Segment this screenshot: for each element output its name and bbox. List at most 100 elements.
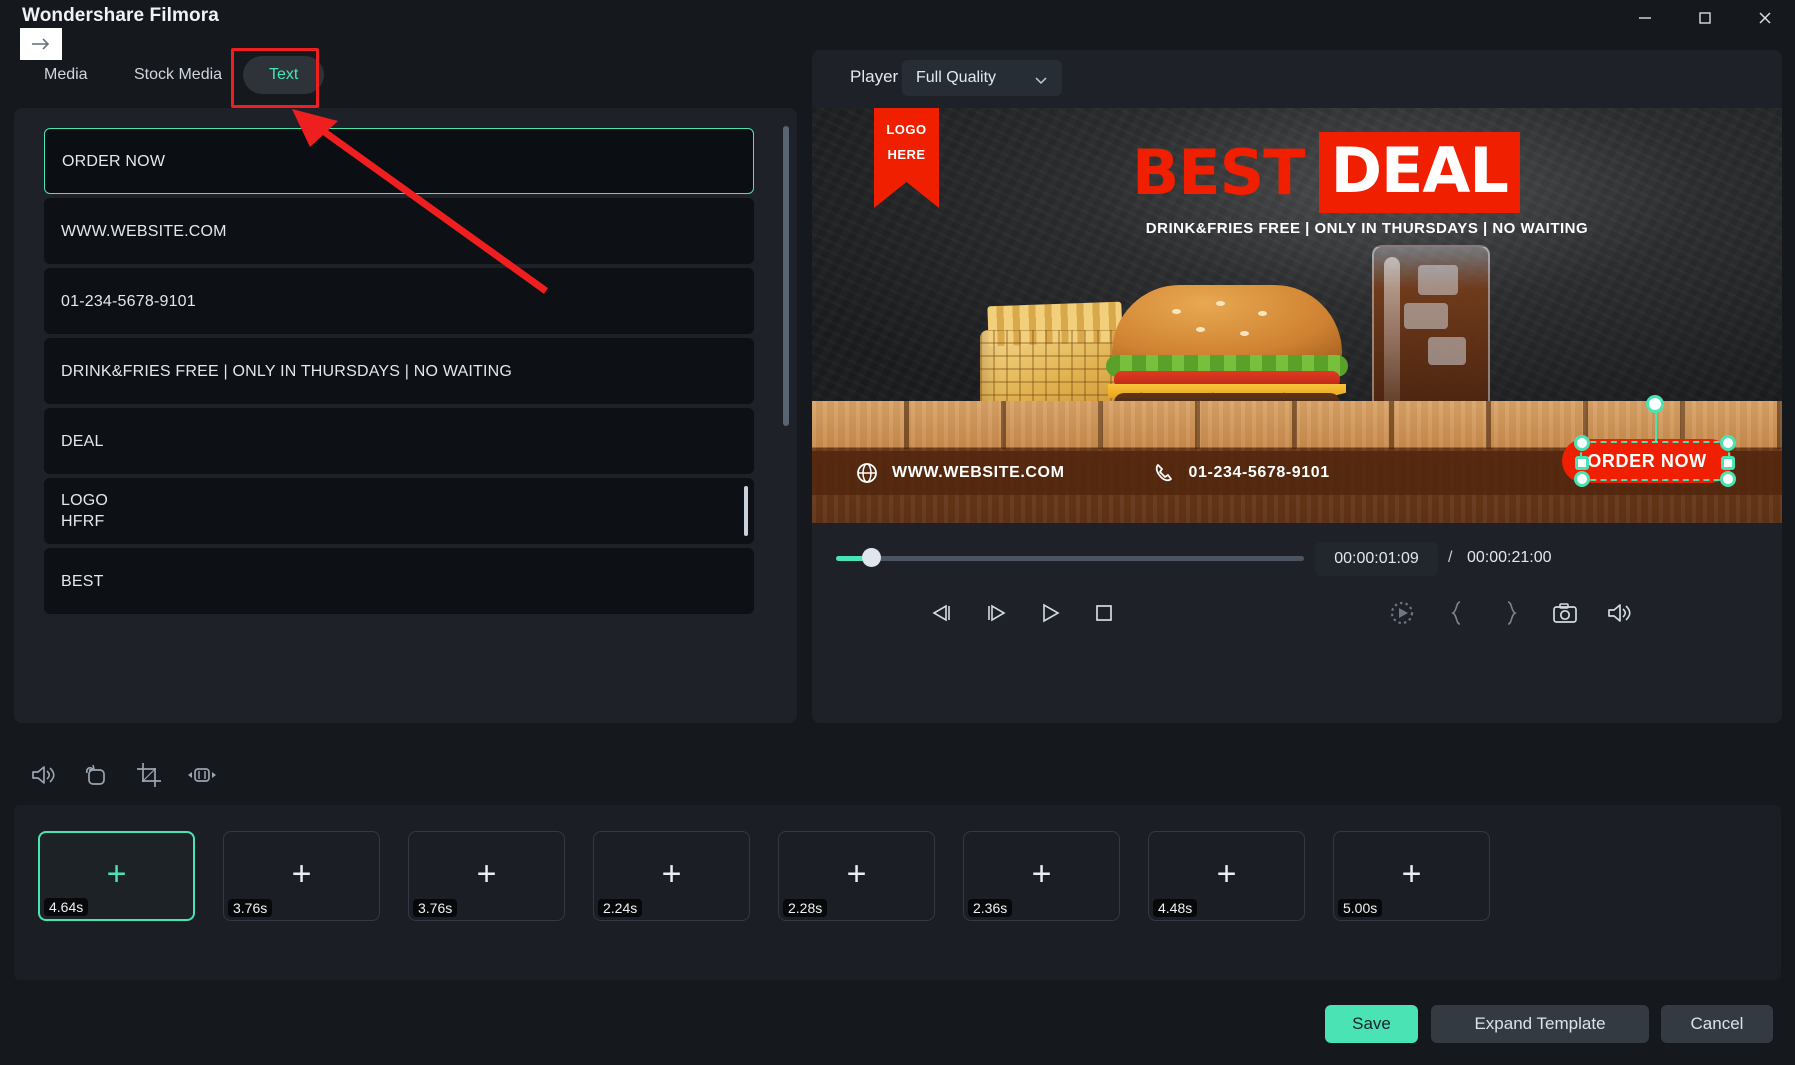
camera-icon xyxy=(1552,602,1578,629)
resize-handle-right[interactable] xyxy=(1721,456,1735,470)
cancel-button[interactable]: Cancel xyxy=(1661,1005,1773,1043)
headline-best: BEST xyxy=(1132,136,1306,209)
poster-tagline: DRINK&FRIES FREE | ONLY IN THURSDAYS | N… xyxy=(1145,220,1589,237)
list-item[interactable]: WWW.WEBSITE.COM xyxy=(44,198,754,264)
brace-open-icon xyxy=(1449,600,1465,631)
list-item[interactable]: LOGO HFRF xyxy=(44,478,754,544)
text-list: ORDER NOW WWW.WEBSITE.COM 01-234-5678-91… xyxy=(44,128,779,708)
rotate-handle[interactable] xyxy=(1646,395,1664,413)
footer-bar: Save Expand Template Cancel xyxy=(0,983,1795,1065)
resize-handle-top-right[interactable] xyxy=(1720,435,1736,451)
previous-frame-button[interactable] xyxy=(922,595,962,635)
mark-in-button[interactable] xyxy=(1437,595,1477,635)
headline: BEST DEAL xyxy=(1132,132,1520,213)
player-label: Player xyxy=(850,67,899,86)
add-media-plus-icon: + xyxy=(1401,855,1422,893)
resize-handle-bottom-right[interactable] xyxy=(1720,471,1736,487)
text-item-line: 01-234-5678-9101 xyxy=(61,292,196,310)
back-button[interactable] xyxy=(20,28,62,60)
volume-button[interactable] xyxy=(1599,595,1639,635)
close-button[interactable] xyxy=(1735,0,1795,36)
template-slot[interactable]: + 2.24s xyxy=(593,831,750,921)
ribbon-line-1: LOGO xyxy=(886,122,927,137)
template-slot[interactable]: + 5.00s xyxy=(1333,831,1490,921)
list-item[interactable]: DEAL xyxy=(44,408,754,474)
quality-select[interactable]: Full Quality xyxy=(902,60,1062,96)
bun-top xyxy=(1112,285,1342,361)
selection-bounding-box[interactable] xyxy=(1574,395,1736,487)
text-list-scrollbar[interactable] xyxy=(783,126,789,708)
stop-button[interactable] xyxy=(1084,595,1124,635)
template-slot-strip: + 4.64s + 3.76s + 3.76s + 2.24s + 2.28s … xyxy=(14,805,1781,980)
current-timecode[interactable]: 00:00:01:09 xyxy=(1315,542,1438,576)
list-item[interactable]: DRINK&FRIES FREE | ONLY IN THURSDAYS | N… xyxy=(44,338,754,404)
list-item[interactable]: BEST xyxy=(44,548,754,614)
poster-phone-text: 01-234-5678-9101 xyxy=(1188,464,1330,481)
template-slot[interactable]: + 3.76s xyxy=(223,831,380,921)
render-preview-button[interactable] xyxy=(1382,595,1422,635)
slot-duration: 4.48s xyxy=(1153,899,1198,917)
snapshot-button[interactable] xyxy=(1545,595,1585,635)
quality-value: Full Quality xyxy=(916,69,997,86)
poster-phone: 01-234-5678-9101 xyxy=(1153,462,1330,484)
tab-stock-media[interactable]: Stock Media xyxy=(120,56,236,94)
globe-icon xyxy=(856,462,878,484)
seek-handle[interactable] xyxy=(862,548,881,567)
scrollbar-thumb[interactable] xyxy=(783,126,789,426)
list-item[interactable]: 01-234-5678-9101 xyxy=(44,268,754,334)
slot-duration: 2.36s xyxy=(968,899,1013,917)
slot-duration: 2.28s xyxy=(783,899,828,917)
template-slot[interactable]: + 2.36s xyxy=(963,831,1120,921)
app-title: Wondershare Filmora xyxy=(22,5,219,26)
rotation-stem xyxy=(1655,409,1657,443)
tab-media[interactable]: Media xyxy=(30,56,102,94)
template-slot[interactable]: + 4.64s xyxy=(38,831,195,921)
expand-template-button[interactable]: Expand Template xyxy=(1431,1005,1649,1043)
resize-handle-bottom-left[interactable] xyxy=(1574,471,1590,487)
brace-close-icon xyxy=(1503,600,1519,631)
next-frame-button[interactable] xyxy=(976,595,1016,635)
seek-bar-row: 00:00:01:09 / 00:00:21:00 xyxy=(812,537,1782,581)
cancel-label: Cancel xyxy=(1690,1014,1744,1033)
preview-canvas[interactable]: LOGO HERE BEST DEAL DRINK&FRIES FREE | O… xyxy=(812,108,1782,523)
total-timecode: 00:00:21:00 xyxy=(1467,549,1552,566)
template-slot[interactable]: + 2.28s xyxy=(778,831,935,921)
clip-toolbar xyxy=(0,745,1795,805)
item-scrollbar[interactable] xyxy=(744,486,748,536)
text-item-line: ORDER NOW xyxy=(62,152,166,170)
add-media-plus-icon: + xyxy=(1216,855,1237,893)
fit-icon[interactable] xyxy=(181,755,223,795)
slot-duration: 3.76s xyxy=(413,899,458,917)
template-slot[interactable]: + 3.76s xyxy=(408,831,565,921)
timecode-separator: / xyxy=(1448,549,1453,566)
stop-icon xyxy=(1093,602,1115,629)
resize-handle-left[interactable] xyxy=(1575,456,1589,470)
render-preview-icon xyxy=(1389,600,1415,631)
tab-bar: Media Stock Media Text xyxy=(0,56,810,96)
add-media-plus-icon: + xyxy=(1031,855,1052,893)
headline-deal: DEAL xyxy=(1318,132,1520,213)
template-slot[interactable]: + 4.48s xyxy=(1148,831,1305,921)
tab-text-highlight-annotation xyxy=(231,48,319,108)
window-controls xyxy=(1615,0,1795,36)
minimize-button[interactable] xyxy=(1615,0,1675,36)
play-button[interactable] xyxy=(1030,595,1070,635)
text-item-line: DRINK&FRIES FREE | ONLY IN THURSDAYS | N… xyxy=(61,362,513,380)
list-item[interactable]: ORDER NOW xyxy=(44,128,754,194)
crop-icon[interactable] xyxy=(128,755,170,795)
seek-track[interactable] xyxy=(836,556,1304,561)
save-button[interactable]: Save xyxy=(1325,1005,1418,1043)
rotate-icon[interactable] xyxy=(75,755,117,795)
slot-duration: 2.24s xyxy=(598,899,643,917)
tab-stock-media-label: Stock Media xyxy=(134,66,223,83)
maximize-button[interactable] xyxy=(1675,0,1735,36)
resize-handle-top-left[interactable] xyxy=(1574,435,1590,451)
expand-template-label: Expand Template xyxy=(1474,1014,1606,1033)
slot-duration: 3.76s xyxy=(228,899,273,917)
poster-website-text: WWW.WEBSITE.COM xyxy=(892,464,1065,481)
text-item-line: WWW.WEBSITE.COM xyxy=(61,222,227,240)
slot-duration: 5.00s xyxy=(1338,899,1383,917)
add-media-plus-icon: + xyxy=(291,855,312,893)
mark-out-button[interactable] xyxy=(1491,595,1531,635)
audio-icon[interactable] xyxy=(22,755,64,795)
